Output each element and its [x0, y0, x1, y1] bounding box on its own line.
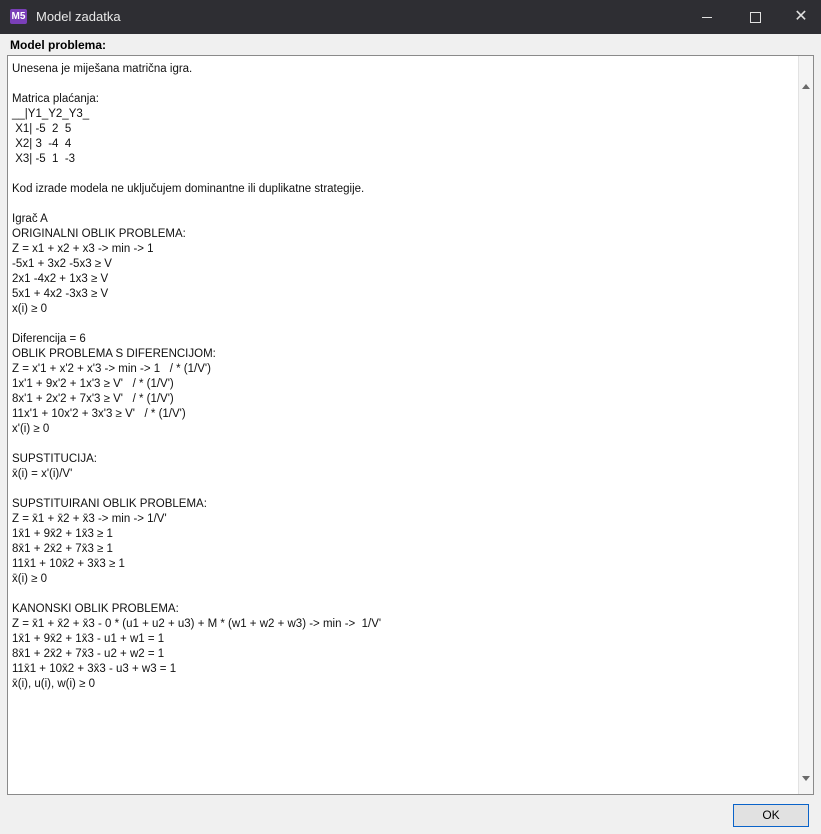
app-icon: M5 — [10, 9, 27, 24]
problem-model-text[interactable]: Unesena je miješana matrična igra. Matri… — [12, 62, 802, 692]
ok-button[interactable]: OK — [733, 804, 809, 827]
vertical-scrollbar[interactable] — [798, 56, 813, 794]
minimize-button[interactable] — [684, 0, 730, 34]
maximize-icon — [750, 12, 761, 23]
scroll-up-arrow-icon[interactable] — [802, 84, 810, 89]
scroll-down-arrow-icon[interactable] — [802, 776, 810, 781]
section-label: Model problema: — [10, 38, 107, 52]
title-bar[interactable]: M5 Model zadatka ✕ — [0, 0, 821, 34]
window-title: Model zadatka — [36, 9, 121, 24]
problem-model-textbox[interactable]: Unesena je miješana matrična igra. Matri… — [7, 55, 814, 795]
close-icon: ✕ — [794, 8, 808, 25]
dialog-window: M5 Model zadatka ✕ Model problema: Unese… — [0, 0, 821, 834]
close-button[interactable]: ✕ — [778, 0, 821, 34]
minimize-icon — [702, 17, 712, 18]
maximize-button[interactable] — [732, 0, 778, 34]
